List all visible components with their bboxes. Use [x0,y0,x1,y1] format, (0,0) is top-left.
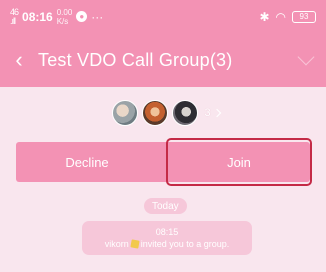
avatar[interactable] [172,100,199,126]
message-time: 08:15 [155,227,179,237]
status-bar: 46 .ıll 08:16 0.00 K/s ● ··· ✱ ◠ 93 [0,0,326,33]
back-button[interactable]: ‹ [0,33,38,87]
date-separator: Today [144,198,187,214]
wifi-icon: ◠ [275,9,286,24]
bluetooth-icon: ✱ [259,9,270,24]
signal-icon: 46 .ıll [10,6,19,26]
join-button[interactable]: Join [166,138,312,186]
more-notifications-icon: ··· [91,9,104,24]
chat-app-icon: ● [76,11,88,22]
avatar[interactable] [112,100,139,126]
member-count: 3 [204,107,211,119]
invite-actions: Decline Join [16,138,312,186]
chevron-right-icon [212,108,221,118]
system-message: 08:15 vikorn invited you to a group. [82,221,252,255]
message-text: invited you to a group. [140,239,230,249]
group-members[interactable]: 3 [0,87,326,139]
battery-icon: 93 [292,10,316,23]
chat-area[interactable]: Today 08:15 vikorn invited you to a grou… [0,190,326,272]
chat-header: ‹ Test VDO Call Group(3) [0,33,326,87]
sender-name: vikorn [104,239,129,249]
chevron-down-icon[interactable] [297,48,315,66]
medal-icon [130,239,140,249]
avatar[interactable] [142,100,169,126]
decline-button[interactable]: Decline [16,142,158,182]
page-title: Test VDO Call Group(3) [38,49,233,70]
network-speed: 0.00 K/s [56,7,73,26]
status-time: 08:16 [22,9,53,24]
